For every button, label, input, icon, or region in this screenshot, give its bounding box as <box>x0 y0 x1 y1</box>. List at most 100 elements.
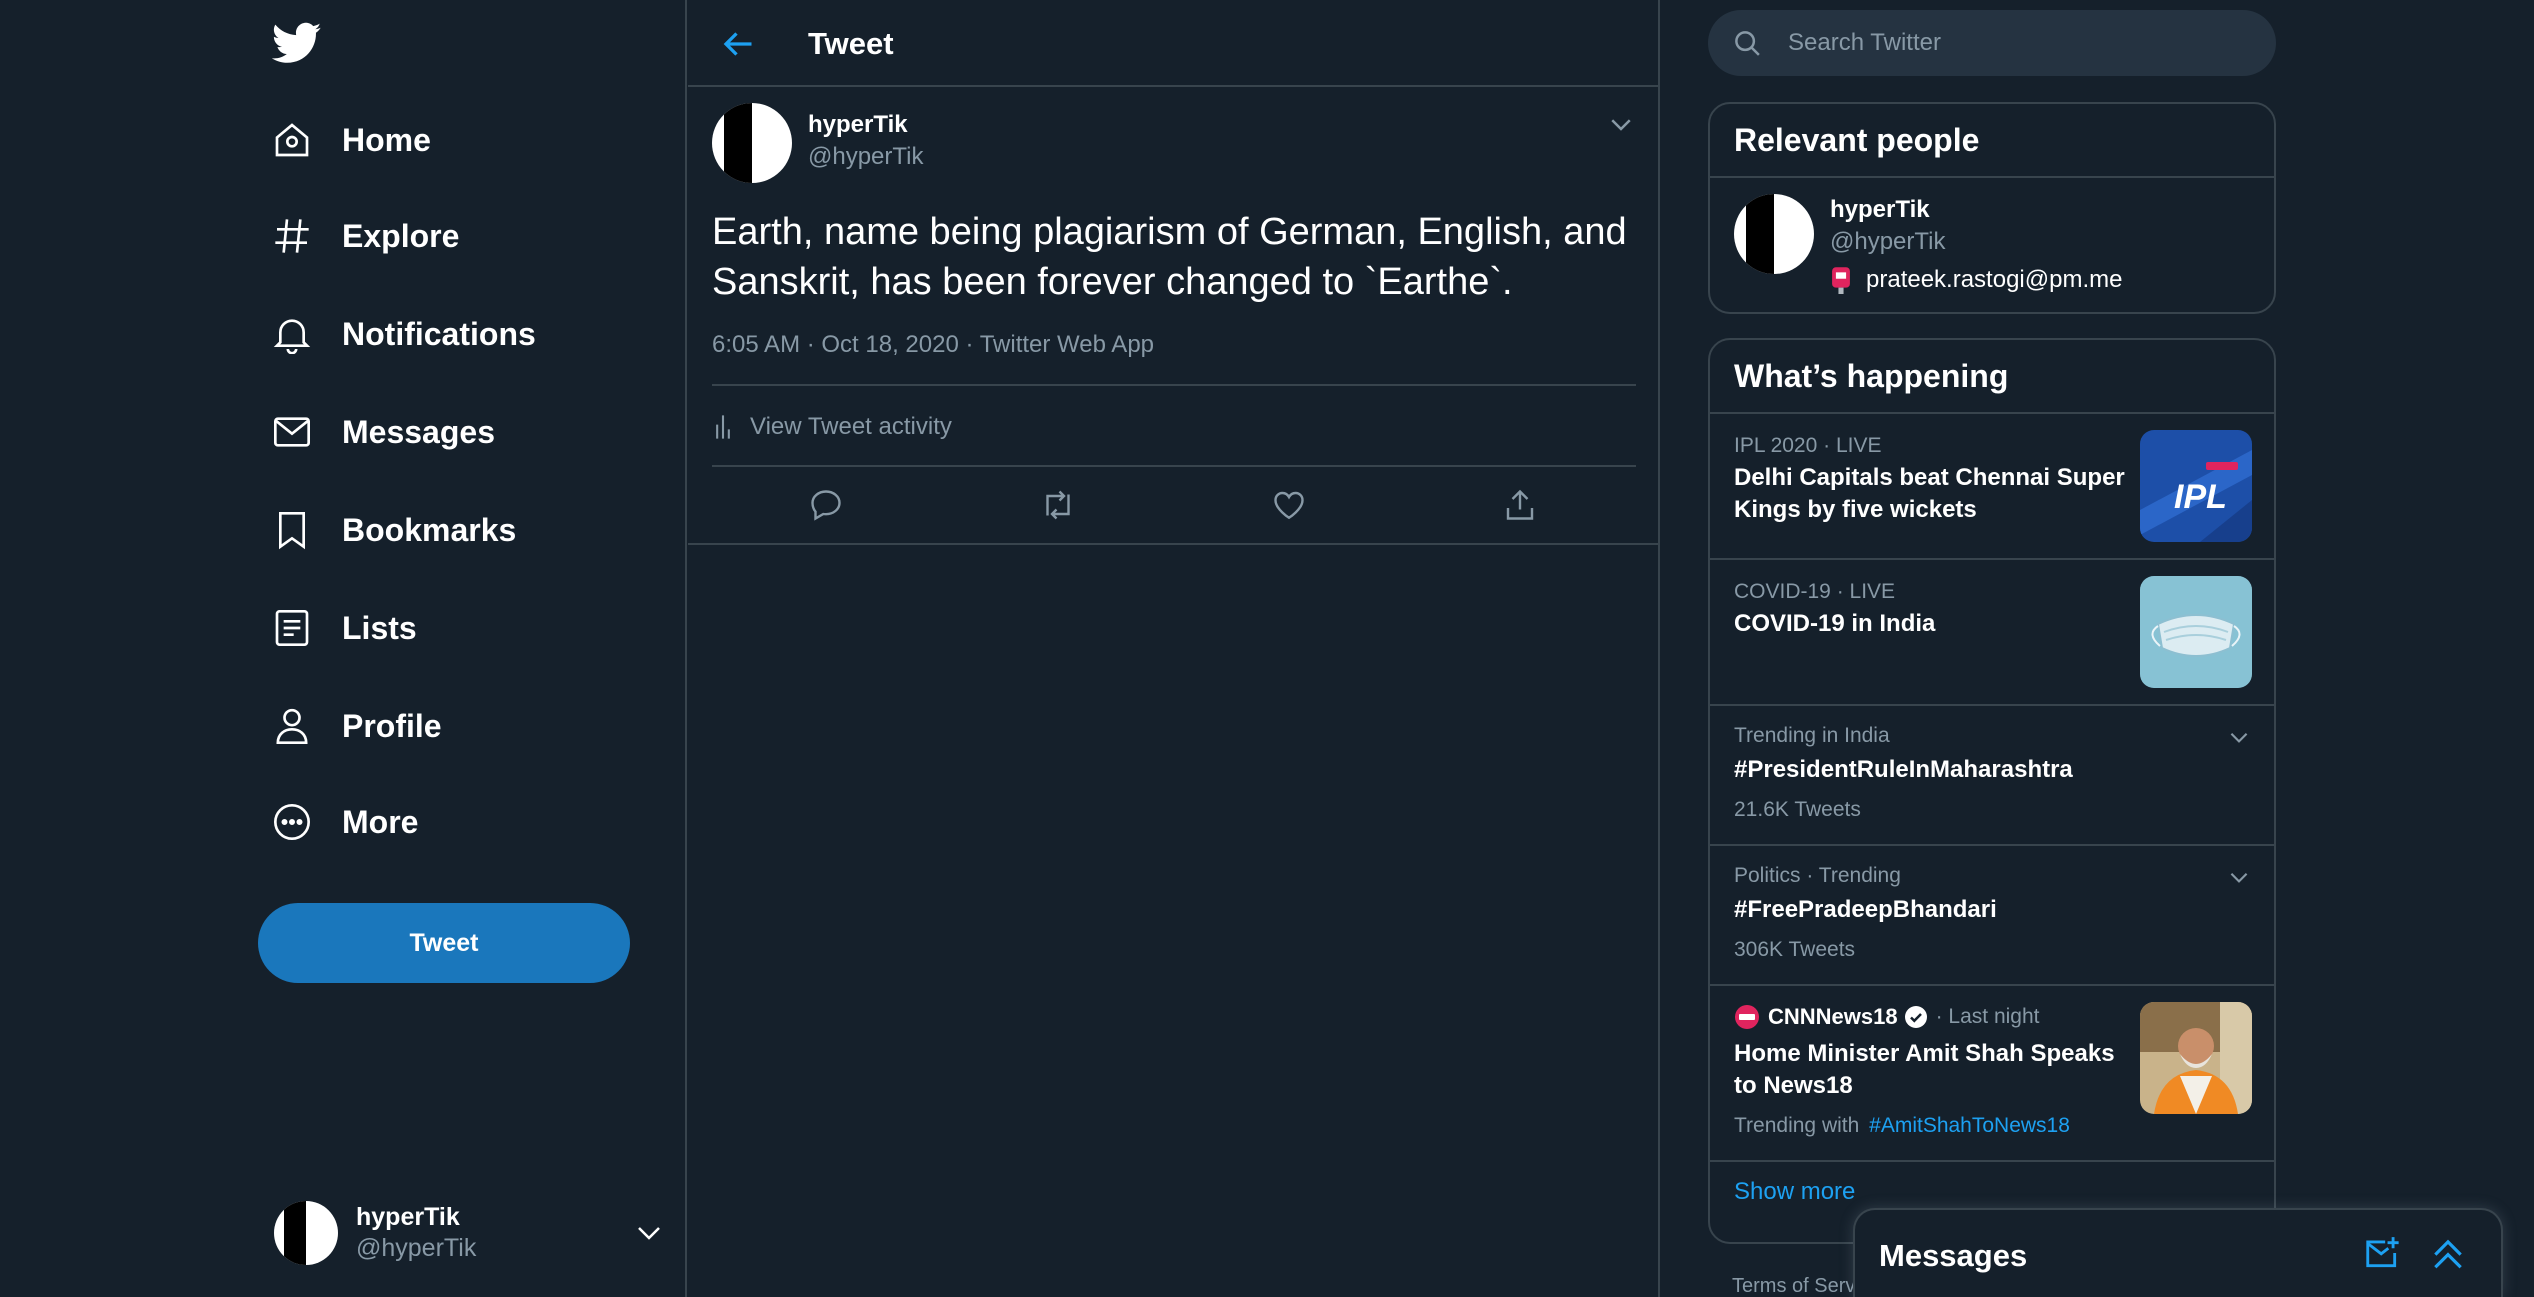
nav-label: More <box>342 803 419 840</box>
nav-messages[interactable]: Messages <box>272 400 495 464</box>
nav-lists[interactable]: Lists <box>272 596 417 660</box>
nav-label: Home <box>342 121 431 158</box>
chevron-down-icon[interactable] <box>634 1218 664 1248</box>
person-bio: prateek.rastogi@pm.me <box>1830 266 2122 294</box>
search-icon <box>1735 31 1760 56</box>
tweet-author-handle[interactable]: @hyperTik <box>808 143 924 171</box>
nav-label: Profile <box>342 707 442 744</box>
chevron-down-icon[interactable] <box>1606 109 1636 139</box>
trend-title: COVID-19 in India <box>1734 610 1936 637</box>
trend-title: #FreePradeepBhandari <box>1734 896 1997 923</box>
show-more-link[interactable]: Show more <box>1734 1178 1855 1206</box>
trend-time: · Last night <box>1935 1005 2040 1028</box>
messages-drawer[interactable]: Messages <box>1853 1208 2503 1297</box>
new-message-icon[interactable] <box>2363 1234 2401 1272</box>
trend-category: IPL 2020 · LIVE <box>1734 434 1882 457</box>
avatar[interactable] <box>1734 194 1814 274</box>
hashtag-icon <box>275 219 309 253</box>
trend-item[interactable]: CNNNews18 · Last night Home Minister Ami… <box>1710 986 2274 1162</box>
twitter-logo-icon[interactable] <box>272 18 322 68</box>
avatar <box>274 1201 338 1265</box>
app-root: Home Explore Notifications Messages Book… <box>0 0 2534 1297</box>
chevron-double-up-icon[interactable] <box>2429 1234 2467 1272</box>
left-sidebar: Home Explore Notifications Messages Book… <box>0 0 687 1297</box>
ipl-thumbnail-image: IPL <box>2140 430 2252 542</box>
relevant-person[interactable]: hyperTik @hyperTik prateek.rastogi@pm.me <box>1710 178 2274 312</box>
svg-text:IPL: IPL <box>2174 478 2227 516</box>
main-column: Tweet hyperTik @hyperTik Earth, name bei… <box>688 0 1660 1297</box>
tweet-actions <box>688 467 1658 545</box>
tweet-author-avatar[interactable] <box>712 103 792 183</box>
bell-icon <box>273 319 311 354</box>
account-name: hyperTik <box>356 1203 460 1231</box>
view-activity-link[interactable]: View Tweet activity <box>712 413 952 441</box>
person-name[interactable]: hyperTik <box>1830 196 1930 224</box>
cnnnews18-logo-icon <box>1735 1005 1759 1029</box>
trend-title: #PresidentRuleInMaharashtra <box>1734 756 2073 783</box>
news-photo-thumbnail-image <box>2140 1002 2252 1114</box>
nav-more[interactable]: More <box>272 790 418 854</box>
trend-item[interactable]: Trending in India #PresidentRuleInMahara… <box>1710 706 2274 846</box>
trend-item[interactable]: COVID-19 · LIVE COVID-19 in India <box>1710 560 2274 706</box>
right-sidebar: Relevant people hyperTik @hyperTik prate… <box>1708 0 2278 1297</box>
nav-label: Bookmarks <box>342 511 517 548</box>
relevant-people-panel: Relevant people hyperTik @hyperTik prate… <box>1708 102 2276 314</box>
trending-with-label: Trending with <box>1734 1114 1860 1137</box>
nav-profile[interactable]: Profile <box>272 694 442 758</box>
page-title: Tweet <box>808 26 894 61</box>
account-switcher[interactable]: hyperTik @hyperTik <box>274 1200 664 1266</box>
tweet-author-name[interactable]: hyperTik <box>808 111 908 139</box>
trend-category: Trending in India <box>1734 724 1890 747</box>
page-header: Tweet <box>688 0 1658 87</box>
reply-icon[interactable] <box>808 487 844 523</box>
bio-text: prateek.rastogi@pm.me <box>1866 266 2123 293</box>
nav-explore[interactable]: Explore <box>272 204 459 268</box>
more-circle-icon <box>274 804 310 840</box>
tweet-text: Earth, name being plagiarism of German, … <box>712 211 1627 303</box>
trend-category: COVID-19 · LIVE <box>1734 580 1896 603</box>
trend-count: 306K Tweets <box>1734 938 1856 961</box>
trend-title: Home Minister Amit Shah Speaks to News18 <box>1734 1040 2115 1099</box>
nav-bookmarks[interactable]: Bookmarks <box>272 498 516 562</box>
account-handle: @hyperTik <box>356 1234 477 1262</box>
nav-label: Lists <box>342 609 417 646</box>
trending-with-row: Trending with #AmitShahToNews18 <box>1734 1114 2070 1138</box>
list-icon <box>275 610 309 646</box>
panel-title: Relevant people <box>1710 104 2274 178</box>
activity-label: View Tweet activity <box>750 413 952 440</box>
nav-label: Notifications <box>342 315 536 352</box>
panel-title: What’s happening <box>1710 340 2274 414</box>
trend-title: Delhi Capitals beat Chennai Super Kings … <box>1734 464 2125 523</box>
nav-home[interactable]: Home <box>272 108 431 172</box>
search-input[interactable] <box>1788 29 2228 57</box>
trend-source-row: CNNNews18 · Last night <box>1734 1004 2040 1030</box>
envelope-icon <box>274 417 310 447</box>
chevron-down-icon[interactable] <box>2226 864 2252 890</box>
analytics-icon <box>716 415 730 439</box>
messages-drawer-title: Messages <box>1879 1238 2028 1273</box>
share-icon[interactable] <box>1502 487 1538 523</box>
like-heart-icon[interactable] <box>1271 487 1307 523</box>
tweet-button[interactable]: Tweet <box>258 903 630 983</box>
back-arrow-icon[interactable] <box>720 26 756 62</box>
search-bar[interactable] <box>1708 10 2276 76</box>
trend-source: CNNNews18 <box>1768 1004 1898 1029</box>
retweet-icon[interactable] <box>1040 487 1076 523</box>
nav-notifications[interactable]: Notifications <box>272 302 536 366</box>
person-icon <box>276 708 308 744</box>
bookmark-icon <box>279 512 305 550</box>
trend-category: Politics · Trending <box>1734 864 1901 887</box>
trend-item[interactable]: Politics · Trending #FreePradeepBhandari… <box>1710 846 2274 986</box>
whats-happening-panel: What’s happening IPL 2020 · LIVE Delhi C… <box>1708 338 2276 1244</box>
trend-count: 21.6K Tweets <box>1734 798 1861 821</box>
nav-label: Messages <box>342 413 495 450</box>
tweet-timestamp[interactable]: 6:05 AM · Oct 18, 2020 · Twitter Web App <box>712 331 1154 359</box>
face-mask-thumbnail-image <box>2140 576 2252 688</box>
verified-badge-icon <box>1904 1006 1927 1028</box>
chevron-down-icon[interactable] <box>2226 724 2252 750</box>
person-handle[interactable]: @hyperTik <box>1830 228 1946 256</box>
trend-item[interactable]: IPL 2020 · LIVE Delhi Capitals beat Chen… <box>1710 414 2274 560</box>
home-icon <box>275 123 309 157</box>
trending-hashtag-link[interactable]: #AmitShahToNews18 <box>1869 1114 2070 1137</box>
nav-label: Explore <box>342 217 460 254</box>
